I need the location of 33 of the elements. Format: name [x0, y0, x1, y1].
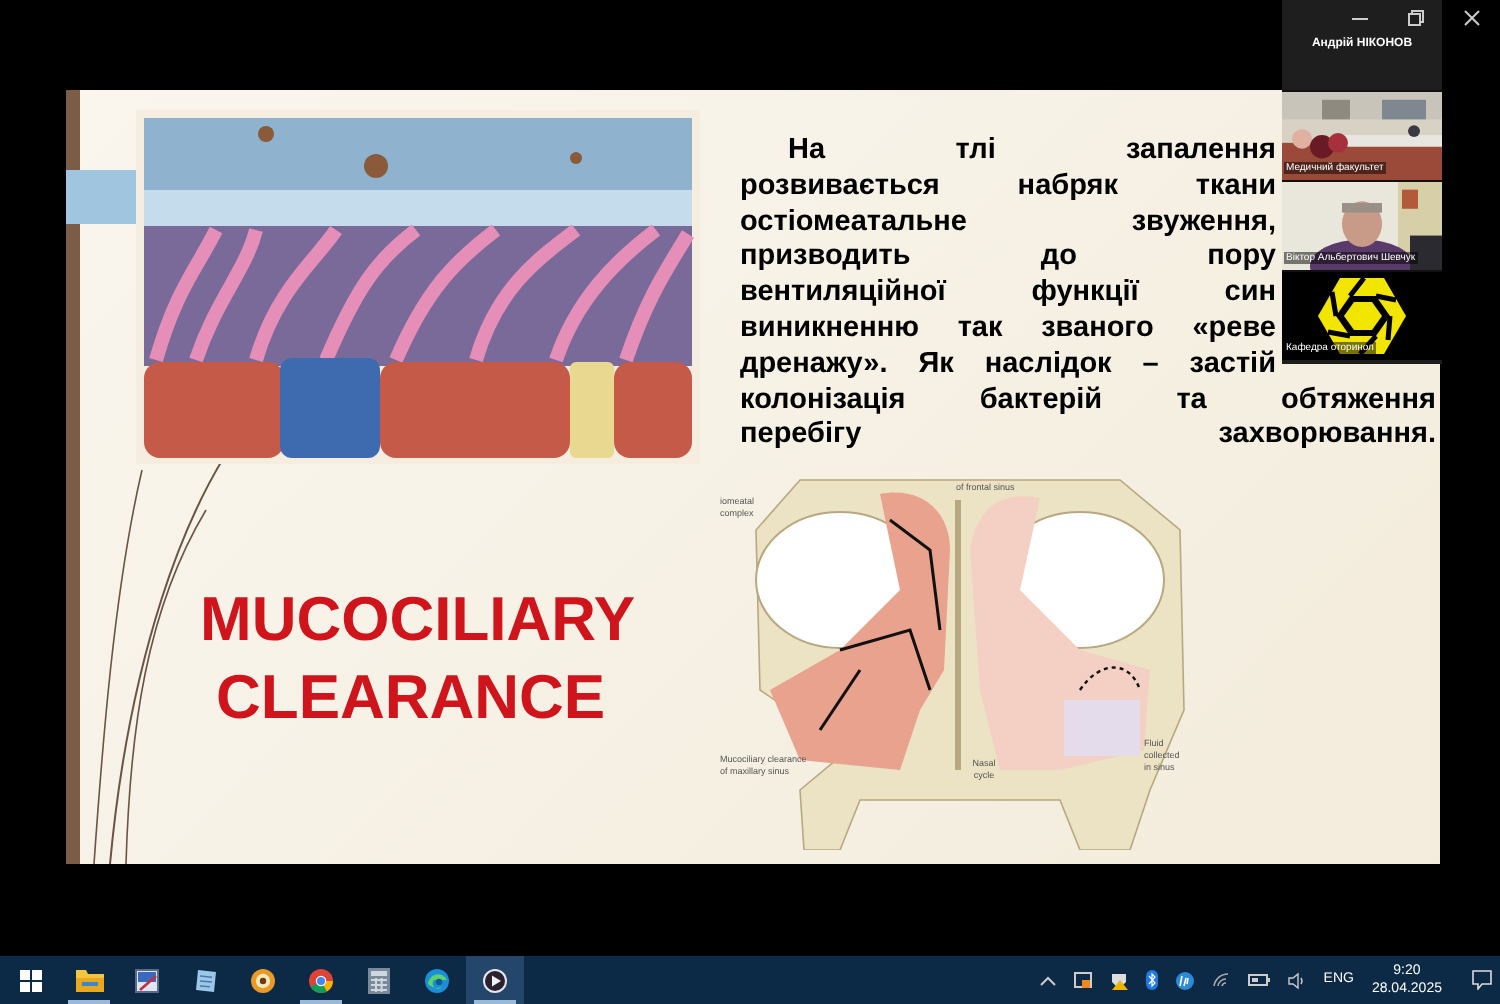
slide-paragraph-line: розвивається набряк ткани: [740, 169, 1276, 206]
speaker-icon[interactable]: [1287, 971, 1306, 989]
windows-logo-icon: [19, 969, 41, 991]
battery-icon[interactable]: [1247, 974, 1270, 986]
wifi-icon[interactable]: [1211, 972, 1230, 988]
close-icon: [1464, 10, 1480, 26]
target-icon: [250, 967, 276, 993]
slide-paragraph-line: остіомеатальне звуження,: [740, 205, 1276, 241]
slide-paragraph-line: перебігу захворювання.: [740, 418, 1436, 455]
tablet-pen-icon: [134, 967, 160, 993]
slide-title: CLEARANCE: [216, 660, 606, 736]
slide-paragraph-line: колонізація бактерій та обтяження: [740, 383, 1436, 419]
slide-paragraph-line: виникненню так званого «реве: [740, 311, 1276, 348]
slide-paragraph-line: призводить до пору: [740, 240, 1276, 277]
chevron-up-icon[interactable]: [1039, 975, 1056, 985]
slide-paragraph-line: На тлі запалення: [786, 134, 1276, 170]
browser-icon: [308, 967, 334, 993]
notepad-icon: [193, 967, 217, 993]
slide-paragraph-line: вентиляційної функції син: [740, 276, 1276, 312]
slide-title: MUCOCILIARY: [200, 582, 636, 658]
minimize-icon: [1352, 17, 1368, 19]
monitor-icon[interactable]: [1073, 971, 1092, 989]
slide-paragraph-line: дренажу». Як наслідок – застій: [740, 347, 1276, 384]
browser-swirl-icon: [424, 967, 450, 993]
bluetooth-icon[interactable]: [1145, 970, 1158, 990]
restore-icon: [1408, 10, 1424, 26]
hp-logo-icon[interactable]: [1175, 971, 1194, 989]
folder-icon: [75, 968, 103, 992]
media-player-icon: [482, 967, 508, 993]
taskbar-app-button[interactable]: [466, 956, 524, 1004]
shield-warning-icon[interactable]: [1109, 971, 1128, 989]
calculator-icon: [368, 967, 390, 993]
notifications-icon[interactable]: [1472, 970, 1492, 990]
